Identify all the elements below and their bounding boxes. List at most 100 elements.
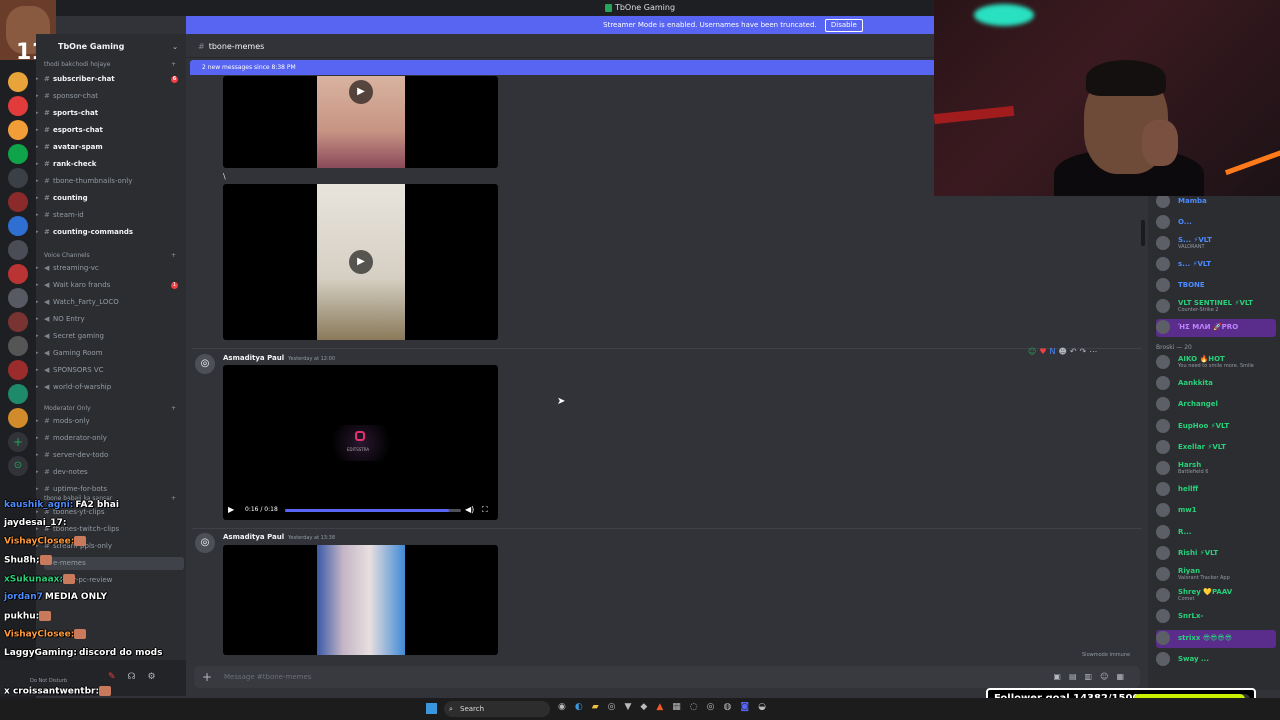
add-server-icon[interactable]: +	[8, 432, 28, 452]
member-item[interactable]: Harsh Battlefield 6	[1156, 460, 1276, 478]
brave-icon[interactable]: ▲	[656, 702, 672, 712]
edge-icon[interactable]: ◐	[575, 702, 592, 712]
channel-item[interactable]: ▸ # moderator-only	[36, 432, 184, 445]
taskbar-search[interactable]: ⌕ Search	[444, 701, 550, 717]
server-icon[interactable]	[8, 312, 28, 332]
member-item[interactable]: VLT SENTINEL ⚡VLT Counter-Strike 2	[1156, 298, 1276, 316]
member-item[interactable]: ΉΣ MΛИ 🚀PRO	[1156, 319, 1276, 337]
video-player[interactable]: EDITSSTRA ▶ 0:16 / 0:18 ◀) ⛶	[223, 365, 498, 520]
server-icon[interactable]	[8, 408, 28, 428]
member-item[interactable]: S... ⚡VLT VALORANT	[1156, 235, 1276, 253]
video-progress-bar[interactable]	[285, 509, 461, 512]
member-item[interactable]: R...	[1156, 524, 1276, 542]
channel-item[interactable]: ▸ # esports-chat	[36, 124, 184, 137]
folder-icon[interactable]: ▰	[592, 702, 608, 712]
server-icon[interactable]	[8, 240, 28, 260]
author-name[interactable]: Asmaditya Paul	[223, 354, 284, 362]
server-icon[interactable]	[8, 72, 28, 92]
channel-item[interactable]: ▸ # subscriber-chat 6	[36, 73, 184, 86]
play-icon[interactable]: ▶	[228, 500, 234, 520]
forward-icon[interactable]: ↷	[1080, 347, 1090, 356]
channel-item[interactable]: ▸ # counting-commands	[36, 226, 184, 239]
channel-item[interactable]: ▸ # sports-chat	[36, 107, 184, 120]
explore-servers-icon[interactable]: ⊙	[8, 456, 28, 476]
server-icon[interactable]	[8, 264, 28, 284]
member-item[interactable]: Rishi ⚡VLT	[1156, 545, 1276, 563]
app-icon[interactable]: ▼	[625, 702, 641, 712]
message-author[interactable]: Asmaditya Paul Yesterday at 13:38	[223, 533, 335, 541]
member-item[interactable]: SnrLx-	[1156, 608, 1276, 626]
server-icon[interactable]	[8, 192, 28, 212]
message-author[interactable]: Asmaditya Paul Yesterday at 12:00	[223, 354, 335, 362]
channel-item[interactable]: ▸ # rank-check	[36, 158, 184, 171]
add-channel-icon[interactable]: +	[171, 60, 176, 70]
member-item[interactable]: Archangel	[1156, 396, 1276, 414]
scrollbar[interactable]	[1141, 220, 1145, 246]
app-icon[interactable]: ◆	[640, 702, 656, 712]
add-channel-icon[interactable]: +	[171, 251, 176, 261]
play-icon[interactable]: ▶	[349, 250, 373, 274]
channel-item[interactable]: ▸ # server-dev-todo	[36, 449, 184, 462]
gear-icon[interactable]: ⚙	[148, 672, 168, 682]
channel-category[interactable]: Voice Channels +	[44, 251, 184, 261]
member-item[interactable]: Exellar ⚡VLT	[1156, 439, 1276, 457]
message-actions-toolbar[interactable]: ☺♥N☻↶↷⋯	[1028, 344, 1134, 360]
member-item[interactable]: Shrey 💛PAAV Comet	[1156, 587, 1276, 605]
video-attachment[interactable]	[223, 545, 498, 655]
reply-icon[interactable]: ↶	[1070, 347, 1080, 356]
gif-icon[interactable]: ▤	[1069, 672, 1085, 681]
message-input[interactable]: + Message #tbone-memes ▣▤▥☺▦	[194, 666, 1140, 688]
server-icon[interactable]	[8, 144, 28, 164]
video-attachment[interactable]: ▶	[223, 76, 498, 168]
server-icon[interactable]	[8, 336, 28, 356]
member-item[interactable]: strixx 😎😎😎😎	[1156, 629, 1276, 648]
emoji-icon[interactable]: ☺	[1100, 672, 1116, 681]
channel-item[interactable]: ▸ # avatar-spam	[36, 141, 184, 154]
add-reaction-icon[interactable]: ☻	[1059, 347, 1070, 356]
headset-icon[interactable]: ☊	[128, 672, 148, 682]
user-panel-controls[interactable]: ✎☊⚙	[108, 672, 168, 682]
guild-header[interactable]: TbOne Gaming ⌄	[36, 38, 186, 56]
server-icon[interactable]	[8, 120, 28, 140]
chrome-icon[interactable]: ◎	[707, 702, 724, 712]
app-icon[interactable]: ◍	[724, 702, 741, 712]
add-attachment-icon[interactable]: +	[202, 666, 212, 688]
app-icon[interactable]: ◉	[558, 702, 575, 712]
member-item[interactable]: s... ⚡VLT	[1156, 256, 1276, 274]
chrome-icon[interactable]: ◎	[608, 702, 625, 712]
add-channel-icon[interactable]: +	[171, 404, 176, 414]
play-icon[interactable]: ▶	[349, 80, 373, 104]
new-messages-bar[interactable]: 2 new messages since 8:38 PM	[190, 60, 936, 75]
member-item[interactable]: Riyan Valorant Tracker App	[1156, 566, 1276, 584]
app-icon[interactable]: ▦	[672, 702, 690, 712]
member-item[interactable]: EupHoo ⚡VLT	[1156, 418, 1276, 436]
n-icon[interactable]: N	[1050, 347, 1059, 356]
mic-icon[interactable]: ✎	[108, 672, 128, 682]
avatar[interactable]: ◎	[195, 533, 215, 553]
channel-item[interactable]: ▸ ◀ streaming-vc	[36, 262, 184, 275]
channel-category[interactable]: Moderator Only +	[44, 404, 184, 414]
sticker-icon[interactable]: ▥	[1085, 672, 1101, 681]
member-item[interactable]: TBONE	[1156, 277, 1276, 295]
channel-item[interactable]: ▸#e-memes	[36, 557, 184, 570]
gift-icon[interactable]: ▣	[1053, 672, 1069, 681]
channel-item[interactable]: ▸ ◀ SPONSORS VC	[36, 364, 184, 377]
avatar[interactable]: ◎	[195, 354, 215, 374]
reaction-icon[interactable]: ☺	[1028, 347, 1039, 356]
windows-start-icon[interactable]	[426, 703, 437, 714]
video-attachment[interactable]: ▶	[223, 184, 498, 340]
author-name[interactable]: Asmaditya Paul	[223, 533, 284, 541]
channel-item[interactable]: ▸ ◀ NO Entry	[36, 313, 184, 326]
heart-icon[interactable]: ♥	[1039, 347, 1049, 356]
app-icon[interactable]: ◌	[690, 702, 707, 712]
steam-icon[interactable]: ◒	[758, 702, 775, 712]
server-icon[interactable]	[8, 216, 28, 236]
disable-streamer-mode-button[interactable]: Disable	[824, 19, 863, 32]
server-icon[interactable]	[8, 96, 28, 116]
server-icon[interactable]	[8, 288, 28, 308]
server-icon[interactable]	[8, 360, 28, 380]
apps-icon[interactable]: ▦	[1116, 672, 1132, 681]
channel-item[interactable]: ▸ # tbone-thumbnails-only	[36, 175, 184, 188]
channel-item[interactable]: ▸ # steam-id	[36, 209, 184, 222]
volume-icon[interactable]: ◀)	[465, 500, 474, 520]
